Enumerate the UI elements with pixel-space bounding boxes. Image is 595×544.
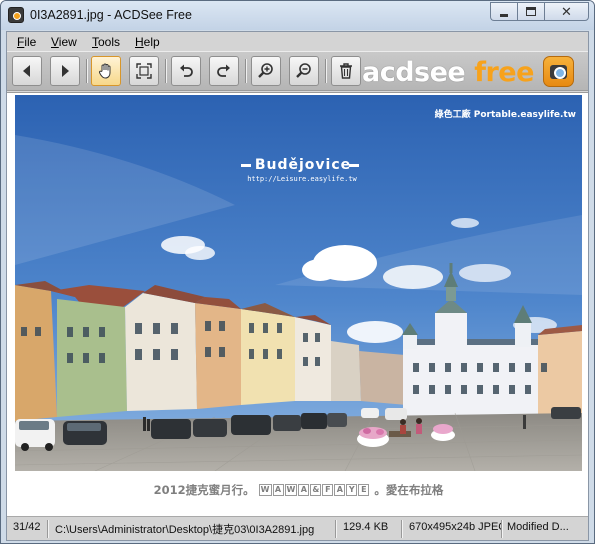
acdsee-free-logo: acdsee free xyxy=(362,56,534,88)
rotate-left-icon xyxy=(180,64,193,77)
zoom-out-icon xyxy=(296,63,311,78)
hand-pan-icon xyxy=(98,63,111,79)
minimize-icon xyxy=(500,14,508,17)
menu-file[interactable]: File xyxy=(17,35,36,49)
toolbar-separator xyxy=(86,59,87,83)
credit-letter-boxes: W A W A & F A Y E xyxy=(258,484,371,496)
arrow-left-icon xyxy=(23,65,30,77)
next-image-button[interactable] xyxy=(50,56,80,86)
photo-budejovice-square[interactable]: Budějovice http://Leisure.easylife.tw 綠色… xyxy=(15,95,582,471)
app-window: 0I3A2891.jpg - ACDSee Free ✕ File View T… xyxy=(0,0,595,544)
credit-letter: F xyxy=(322,484,334,496)
previous-image-button[interactable] xyxy=(12,56,42,86)
watermark-text: 綠色工廠 Portable.easylife.tw xyxy=(434,110,576,120)
toolbar-separator xyxy=(325,59,326,83)
menu-view[interactable]: View xyxy=(51,35,77,49)
image-viewer[interactable]: Budějovice http://Leisure.easylife.tw 綠色… xyxy=(7,92,588,516)
status-separator xyxy=(501,520,502,538)
status-modified-date: Modified D... xyxy=(507,521,569,533)
credit-prefix: 2012捷克蜜月行。 xyxy=(153,483,255,497)
credit-letter: A xyxy=(272,484,284,496)
status-separator xyxy=(401,520,402,538)
close-button[interactable]: ✕ xyxy=(544,2,589,21)
status-image-position: 31/42 xyxy=(13,521,41,533)
title-bar[interactable]: 0I3A2891.jpg - ACDSee Free ✕ xyxy=(1,1,594,30)
credit-letter: E xyxy=(358,484,370,496)
toolbar-separator xyxy=(165,59,166,83)
fit-screen-icon xyxy=(136,63,152,79)
logo-word-acdsee: acdsee xyxy=(362,56,466,88)
toolbar: acdsee free xyxy=(7,51,588,91)
credit-letter: Y xyxy=(346,484,358,496)
rotate-right-icon xyxy=(217,64,230,77)
trash-icon xyxy=(340,63,352,79)
arrow-right-icon xyxy=(62,65,69,77)
credit-suffix: 。愛在布拉格 xyxy=(374,483,444,497)
zoom-in-button[interactable] xyxy=(251,56,281,86)
credit-letter: W xyxy=(258,484,272,496)
maximize-button[interactable] xyxy=(517,2,544,21)
rotate-right-button[interactable] xyxy=(209,56,239,86)
minimize-button[interactable] xyxy=(490,2,517,21)
credit-letter: A xyxy=(334,484,346,496)
status-file-size: 129.4 KB xyxy=(343,521,389,533)
status-separator xyxy=(335,520,336,538)
pan-tool-button[interactable] xyxy=(91,56,121,86)
credit-letter: A xyxy=(298,484,310,496)
menu-help[interactable]: Help xyxy=(135,35,160,49)
city-url-text: http://Leisure.easylife.tw xyxy=(247,175,357,183)
toolbar-separator xyxy=(245,59,246,83)
credit-letter: W xyxy=(284,484,298,496)
status-file-path: C:\Users\Administrator\Desktop\捷克03\0I3A… xyxy=(55,524,315,536)
menu-tools[interactable]: Tools xyxy=(92,35,120,49)
status-image-dimensions: 670x495x24b JPEG xyxy=(409,521,501,533)
menu-bar: File View Tools Help xyxy=(7,32,588,51)
camera-logo-icon xyxy=(543,56,574,87)
close-icon: ✕ xyxy=(561,4,572,19)
square-photo-art xyxy=(15,95,582,471)
delete-button[interactable] xyxy=(331,56,361,86)
rotate-left-button[interactable] xyxy=(171,56,201,86)
logo-word-free: free xyxy=(474,56,534,88)
city-title-text: Budějovice xyxy=(254,157,352,173)
zoom-in-icon xyxy=(258,63,273,78)
photo-credit-caption: 2012捷克蜜月行。 W A W A & F A Y E 。愛在布拉格 xyxy=(15,478,582,502)
fit-to-screen-button[interactable] xyxy=(129,56,159,86)
status-bar: 31/42 C:\Users\Administrator\Desktop\捷克0… xyxy=(7,516,588,540)
viewer-frame: File View Tools Help acdsee free Budějov… xyxy=(6,31,589,541)
caption-buttons: ✕ xyxy=(490,2,589,21)
zoom-out-button[interactable] xyxy=(289,56,319,86)
credit-letter: & xyxy=(310,484,322,496)
status-separator xyxy=(47,520,48,538)
acdsee-app-icon[interactable] xyxy=(8,7,24,23)
maximize-icon xyxy=(526,7,536,16)
window-title: 0I3A2891.jpg - ACDSee Free xyxy=(30,8,192,22)
